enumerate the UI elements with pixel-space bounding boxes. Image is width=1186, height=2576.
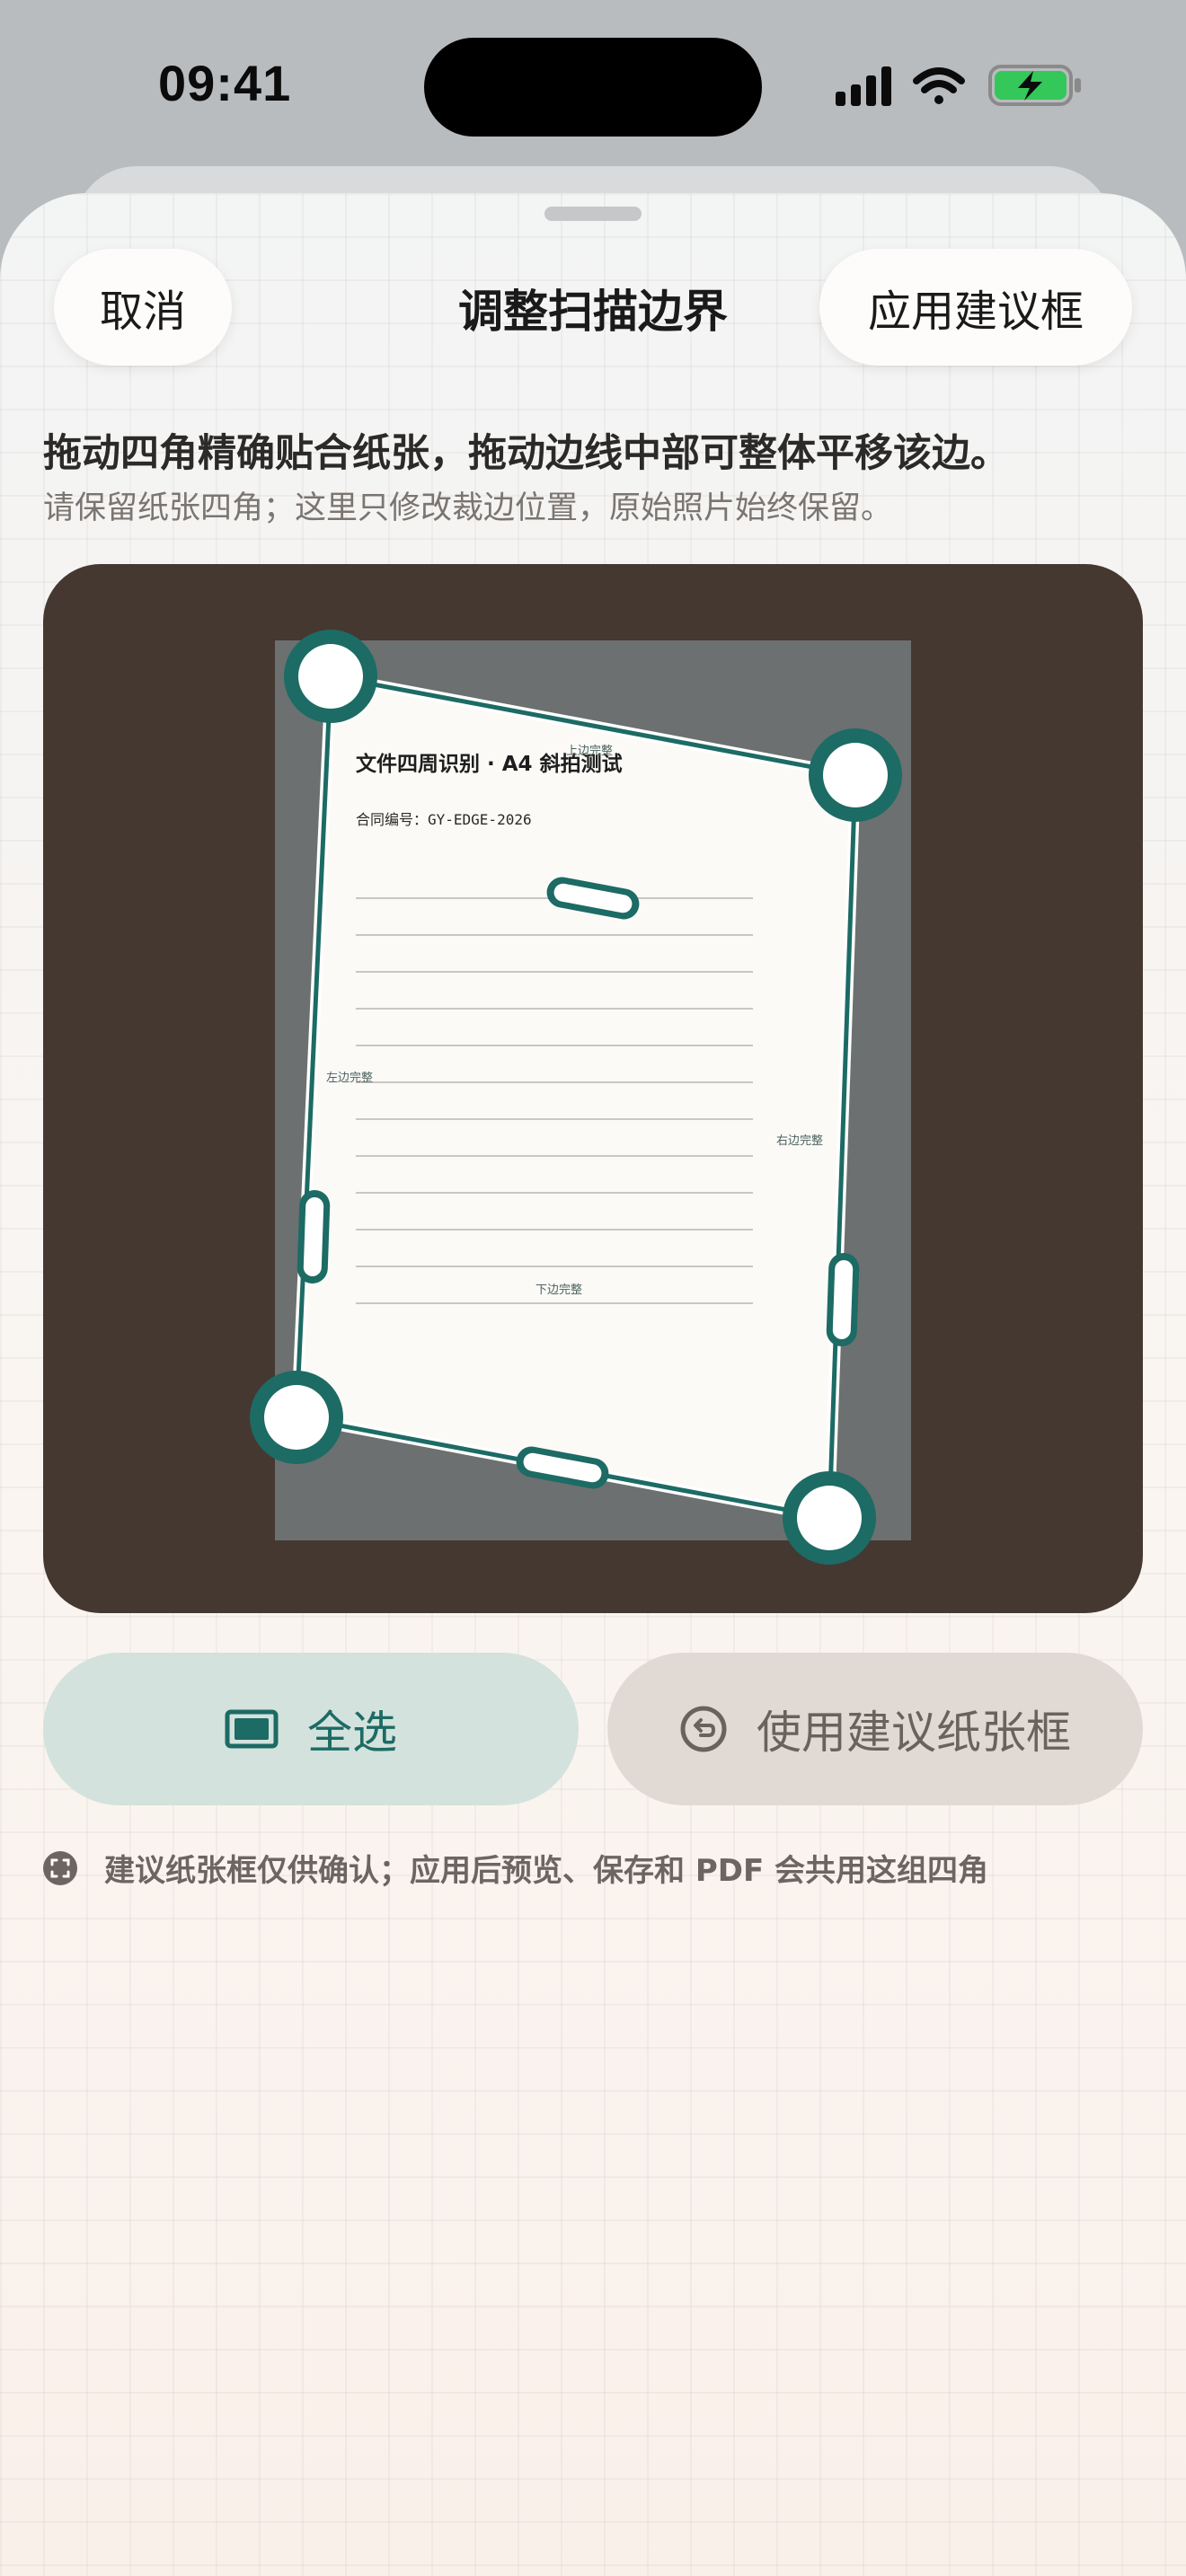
- sheet-title: 调整扫描边界: [458, 286, 728, 338]
- top-edge-label: 上边完整: [566, 745, 613, 758]
- crop-canvas[interactable]: 文件四周识别 · A4 斜拍测试 合同编号：GY-EDGE-2026 上边完整 …: [43, 564, 1143, 1613]
- select-all-button[interactable]: 全选: [43, 1653, 579, 1805]
- crop-overlay: 文件四周识别 · A4 斜拍测试 合同编号：GY-EDGE-2026 上边完整 …: [250, 630, 902, 1565]
- battery-charging-icon: [988, 65, 1081, 106]
- bottom-edge-label: 下边完整: [535, 1284, 582, 1297]
- cancel-button[interactable]: 取消: [54, 249, 232, 366]
- document-contract-number: 合同编号：GY-EDGE-2026: [356, 811, 532, 828]
- instruction-sub: 请保留纸张四角；这里只修改裁边位置，原始照片始终保留。: [43, 490, 893, 526]
- status-bar: 09:41: [0, 0, 1186, 171]
- wifi-icon: [913, 67, 965, 104]
- corner-handle-bottom-right[interactable]: [783, 1471, 876, 1565]
- corner-handle-top-right[interactable]: [809, 728, 902, 822]
- left-edge-label: 左边完整: [326, 1072, 373, 1085]
- left-edge-handle[interactable]: [296, 1189, 331, 1284]
- undo-arrow-icon: [679, 1705, 728, 1753]
- full-frame-icon: [225, 1709, 279, 1749]
- status-time: 09:41: [158, 55, 292, 111]
- cellular-signal-icon: [836, 66, 891, 106]
- corner-handle-bottom-left[interactable]: [250, 1371, 343, 1464]
- right-edge-handle[interactable]: [826, 1252, 860, 1346]
- use-suggested-frame-button[interactable]: 使用建议纸张框: [607, 1653, 1143, 1805]
- apply-suggested-frame-button[interactable]: 应用建议框: [819, 249, 1132, 366]
- document-paper: [296, 676, 855, 1518]
- dynamic-island: [424, 38, 762, 137]
- use-suggested-frame-label: 使用建议纸张框: [757, 1707, 1071, 1759]
- footer-note-text: 建议纸张框仅供确认；应用后预览、保存和 PDF 会共用这组四角: [104, 1853, 989, 1889]
- adjust-bounds-sheet: 取消 调整扫描边界 应用建议框 拖动四角精确贴合纸张，拖动边线中部可整体平移该边…: [0, 193, 1186, 2576]
- sheet-grabber[interactable]: [544, 207, 642, 221]
- status-icons: [834, 63, 1087, 108]
- select-all-label: 全选: [307, 1707, 397, 1759]
- instruction-main: 拖动四角精确贴合纸张，拖动边线中部可整体平移该边。: [43, 431, 1009, 476]
- right-edge-label: 右边完整: [776, 1134, 823, 1148]
- scan-frame-icon: [43, 1850, 77, 1885]
- footer-note: 建议纸张框仅供确认；应用后预览、保存和 PDF 会共用这组四角: [43, 1846, 988, 1890]
- corner-handle-top-left[interactable]: [284, 630, 377, 723]
